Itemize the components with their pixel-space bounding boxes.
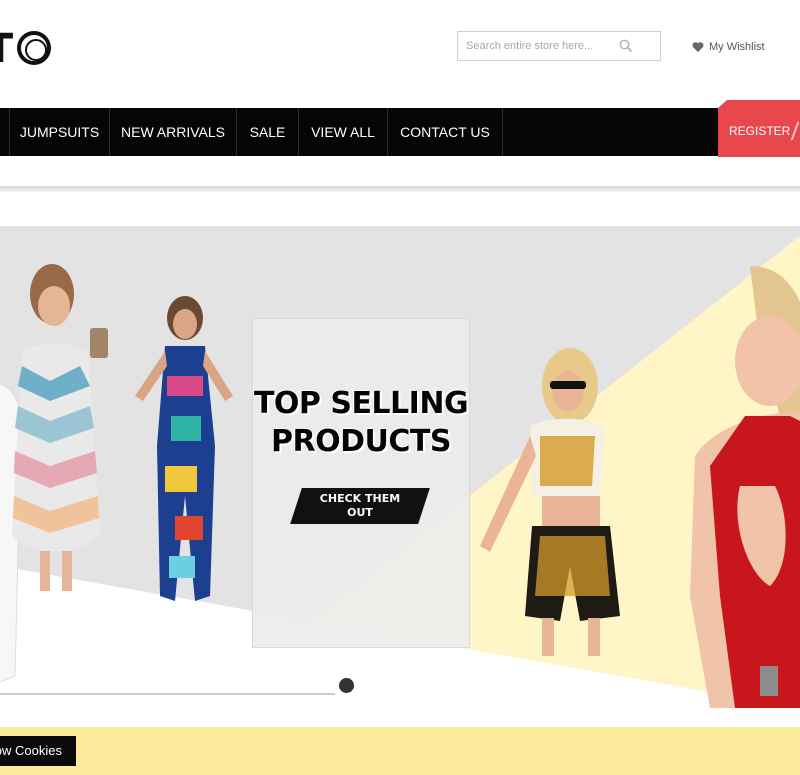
register-label: REGISTER <box>729 124 791 138</box>
search-icon[interactable] <box>619 39 633 53</box>
register-divider <box>790 122 800 140</box>
cta-line-1: CHECK THEM <box>319 492 401 505</box>
promo-panel <box>252 318 470 648</box>
hero-banner[interactable]: TOP SELLING PRODUCTS CHECK THEM OUT <box>0 226 800 708</box>
search-box[interactable] <box>457 31 661 61</box>
promo-headline: TOP SELLING PRODUCTS <box>252 385 470 461</box>
slider-dot-active[interactable] <box>339 678 354 693</box>
nav-item-view-all[interactable]: VIEW ALL <box>299 108 388 156</box>
search-input[interactable] <box>458 32 618 60</box>
slider-progress-track <box>0 693 335 695</box>
promo-headline-line-2: PRODUCTS <box>271 424 451 459</box>
register-button[interactable]: REGISTER <box>718 100 800 157</box>
header-shadow-divider <box>0 186 800 192</box>
cookie-bar <box>0 727 800 775</box>
model-image-5 <box>690 266 800 708</box>
model-image-2 <box>12 264 108 591</box>
cta-button[interactable]: CHECK THEM OUT <box>296 492 424 520</box>
nav-item-jumpsuits[interactable]: JUMPSUITS <box>10 108 110 156</box>
model-image-3 <box>135 296 233 601</box>
promo-headline-line-1: TOP SELLING <box>253 386 469 421</box>
heart-icon <box>692 42 704 52</box>
allow-cookies-button[interactable]: ow Cookies <box>0 736 76 766</box>
wishlist-label: My Wishlist <box>709 41 765 53</box>
nav-item-contact-us[interactable]: CONTACT US <box>388 108 503 156</box>
nav-divider-left <box>0 108 10 156</box>
nav-item-sale[interactable]: SALE <box>237 108 299 156</box>
main-nav: JUMPSUITS NEW ARRIVALS SALE VIEW ALL CON… <box>0 108 800 156</box>
logo-mark: T <box>0 26 52 72</box>
wishlist-link[interactable]: My Wishlist <box>692 41 765 53</box>
nav-item-new-arrivals[interactable]: NEW ARRIVALS <box>110 108 237 156</box>
store-logo[interactable]: TO T <box>0 26 52 72</box>
model-image-4 <box>480 348 620 656</box>
cta-line-2: OUT <box>347 506 373 519</box>
